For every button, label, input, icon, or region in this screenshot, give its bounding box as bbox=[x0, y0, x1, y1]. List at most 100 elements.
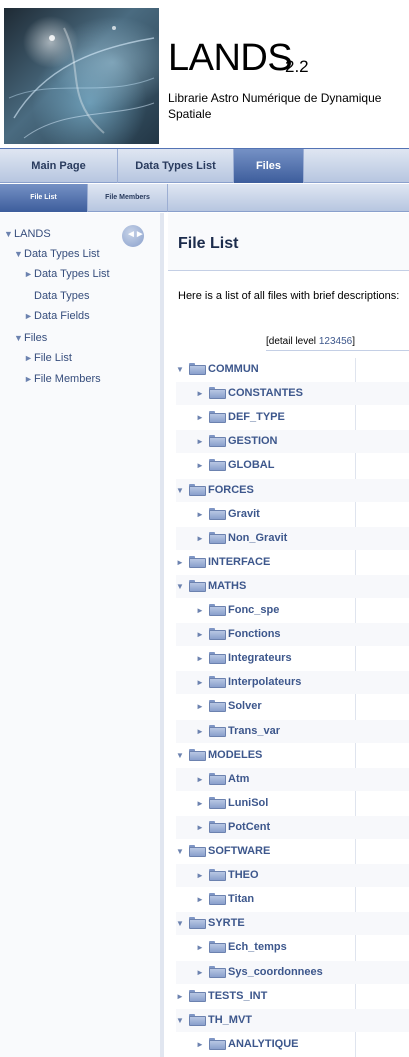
collapsed-arrow-icon[interactable]: ► bbox=[196, 671, 209, 694]
collapsed-arrow-icon[interactable]: ► bbox=[196, 792, 209, 815]
directory-name[interactable]: Ech_temps bbox=[228, 941, 287, 953]
directory-name[interactable]: Gravit bbox=[228, 508, 260, 520]
directory-row[interactable]: ► LuniSol bbox=[176, 792, 409, 815]
directory-name[interactable]: TH_MVT bbox=[208, 1014, 252, 1026]
directory-name[interactable]: PotCent bbox=[228, 821, 270, 833]
directory-row[interactable]: ► CONSTANTES bbox=[176, 382, 409, 406]
directory-name[interactable]: LuniSol bbox=[228, 797, 268, 809]
nav-item-data-types[interactable]: Data Types bbox=[34, 289, 89, 303]
directory-name[interactable]: THEO bbox=[228, 869, 259, 881]
directory-name[interactable]: Sys_coordonnees bbox=[228, 966, 323, 978]
expanded-arrow-icon[interactable]: ▼ bbox=[176, 912, 189, 935]
expanded-arrow-icon[interactable]: ▼ bbox=[176, 1009, 189, 1032]
directory-name[interactable]: FORCES bbox=[208, 484, 254, 496]
expanded-arrow-icon[interactable]: ▼ bbox=[176, 744, 189, 767]
directory-row[interactable]: ► Interpolateurs bbox=[176, 671, 409, 695]
tab-files[interactable]: Files bbox=[234, 149, 304, 183]
directory-row[interactable]: ► THEO bbox=[176, 864, 409, 888]
directory-row[interactable]: ▼ SYRTE bbox=[176, 912, 409, 936]
directory-name[interactable]: Titan bbox=[228, 893, 254, 905]
directory-name[interactable]: SYRTE bbox=[208, 917, 245, 929]
collapsed-arrow-icon[interactable]: ► bbox=[24, 372, 34, 386]
nav-item-lands[interactable]: ▼LANDS bbox=[4, 227, 51, 241]
directory-name[interactable]: GESTION bbox=[228, 435, 278, 447]
nav-item-data-types-list-group[interactable]: ▼Data Types List bbox=[14, 247, 100, 261]
nav-item-data-fields[interactable]: ►Data Fields bbox=[24, 309, 90, 323]
directory-name[interactable]: Atm bbox=[228, 773, 249, 785]
directory-row[interactable]: ► Atm bbox=[176, 767, 409, 791]
expanded-arrow-icon[interactable]: ▼ bbox=[176, 358, 189, 381]
directory-name[interactable]: Trans_var bbox=[228, 725, 280, 737]
collapsed-arrow-icon[interactable]: ► bbox=[196, 406, 209, 429]
tab-file-list[interactable]: File List bbox=[0, 184, 88, 212]
collapsed-arrow-icon[interactable]: ► bbox=[196, 695, 209, 718]
expanded-arrow-icon[interactable]: ▼ bbox=[14, 331, 24, 345]
directory-row[interactable]: ► INTERFACE bbox=[176, 551, 409, 574]
directory-row[interactable]: ▼ MODELES bbox=[176, 744, 409, 767]
collapsed-arrow-icon[interactable]: ► bbox=[196, 1033, 209, 1056]
collapsed-arrow-icon[interactable]: ► bbox=[196, 503, 209, 526]
directory-name[interactable]: DEF_TYPE bbox=[228, 411, 285, 423]
collapsed-arrow-icon[interactable]: ► bbox=[196, 720, 209, 743]
directory-row[interactable]: ► ANALYTIQUE bbox=[176, 1033, 409, 1056]
directory-name[interactable]: TESTS_INT bbox=[208, 990, 267, 1002]
nav-item-data-types-list[interactable]: ►Data Types List bbox=[24, 267, 110, 281]
directory-row[interactable]: ▼ COMMUN bbox=[176, 358, 409, 381]
nav-item-files[interactable]: ▼Files bbox=[14, 331, 47, 345]
collapsed-arrow-icon[interactable]: ► bbox=[196, 816, 209, 839]
collapsed-arrow-icon[interactable]: ► bbox=[196, 599, 209, 622]
expanded-arrow-icon[interactable]: ▼ bbox=[4, 227, 14, 241]
collapsed-arrow-icon[interactable]: ► bbox=[196, 768, 209, 791]
directory-name[interactable]: MODELES bbox=[208, 749, 262, 761]
directory-row[interactable]: ► GLOBAL bbox=[176, 454, 409, 477]
directory-row[interactable]: ▼ MATHS bbox=[176, 574, 409, 598]
collapsed-arrow-icon[interactable]: ► bbox=[176, 985, 189, 1008]
directory-row[interactable]: ► PotCent bbox=[176, 815, 409, 839]
directory-row[interactable]: ► Sys_coordonnees bbox=[176, 960, 409, 984]
directory-row[interactable]: ► Gravit bbox=[176, 503, 409, 526]
directory-name[interactable]: COMMUN bbox=[208, 363, 259, 375]
expanded-arrow-icon[interactable]: ▼ bbox=[176, 840, 189, 863]
directory-row[interactable]: ► Non_Gravit bbox=[176, 526, 409, 550]
tab-file-members[interactable]: File Members bbox=[88, 184, 168, 212]
directory-row[interactable]: ► Titan bbox=[176, 888, 409, 911]
directory-name[interactable]: GLOBAL bbox=[228, 459, 274, 471]
directory-row[interactable]: ▼ SOFTWARE bbox=[176, 840, 409, 863]
collapsed-arrow-icon[interactable]: ► bbox=[196, 454, 209, 477]
directory-row[interactable]: ► DEF_TYPE bbox=[176, 406, 409, 429]
collapsed-arrow-icon[interactable]: ► bbox=[24, 351, 34, 365]
directory-name[interactable]: ANALYTIQUE bbox=[228, 1038, 299, 1050]
collapsed-arrow-icon[interactable]: ► bbox=[196, 382, 209, 405]
collapsed-arrow-icon[interactable]: ► bbox=[24, 309, 34, 323]
directory-row[interactable]: ▼ TH_MVT bbox=[176, 1008, 409, 1032]
collapsed-arrow-icon[interactable]: ► bbox=[196, 647, 209, 670]
directory-name[interactable]: Fonc_spe bbox=[228, 604, 279, 616]
directory-row[interactable]: ► Solver bbox=[176, 695, 409, 718]
directory-name[interactable]: Interpolateurs bbox=[228, 676, 301, 688]
directory-name[interactable]: Solver bbox=[228, 700, 262, 712]
expanded-arrow-icon[interactable]: ▼ bbox=[14, 247, 24, 261]
sync-icon[interactable]: ◄► bbox=[122, 225, 145, 247]
collapsed-arrow-icon[interactable]: ► bbox=[24, 267, 34, 281]
directory-name[interactable]: Integrateurs bbox=[228, 652, 292, 664]
collapsed-arrow-icon[interactable]: ► bbox=[196, 936, 209, 959]
directory-row[interactable]: ► Fonc_spe bbox=[176, 599, 409, 622]
directory-row[interactable]: ► Trans_var bbox=[176, 719, 409, 743]
tab-data-types-list[interactable]: Data Types List bbox=[118, 149, 234, 183]
expanded-arrow-icon[interactable]: ▼ bbox=[176, 479, 189, 502]
collapsed-arrow-icon[interactable]: ► bbox=[196, 961, 209, 984]
collapsed-arrow-icon[interactable]: ► bbox=[196, 888, 209, 911]
directory-row[interactable]: ► Fonctions bbox=[176, 623, 409, 647]
collapsed-arrow-icon[interactable]: ► bbox=[196, 864, 209, 887]
directory-row[interactable]: ► GESTION bbox=[176, 430, 409, 454]
collapsed-arrow-icon[interactable]: ► bbox=[196, 430, 209, 453]
directory-name[interactable]: Non_Gravit bbox=[228, 532, 287, 544]
directory-row[interactable]: ▼ FORCES bbox=[176, 478, 409, 502]
expanded-arrow-icon[interactable]: ▼ bbox=[176, 575, 189, 598]
collapsed-arrow-icon[interactable]: ► bbox=[196, 623, 209, 646]
directory-name[interactable]: MATHS bbox=[208, 580, 246, 592]
collapsed-arrow-icon[interactable]: ► bbox=[196, 527, 209, 550]
directory-name[interactable]: SOFTWARE bbox=[208, 845, 270, 857]
tab-main-page[interactable]: Main Page bbox=[0, 149, 118, 183]
directory-row[interactable]: ► TESTS_INT bbox=[176, 985, 409, 1008]
